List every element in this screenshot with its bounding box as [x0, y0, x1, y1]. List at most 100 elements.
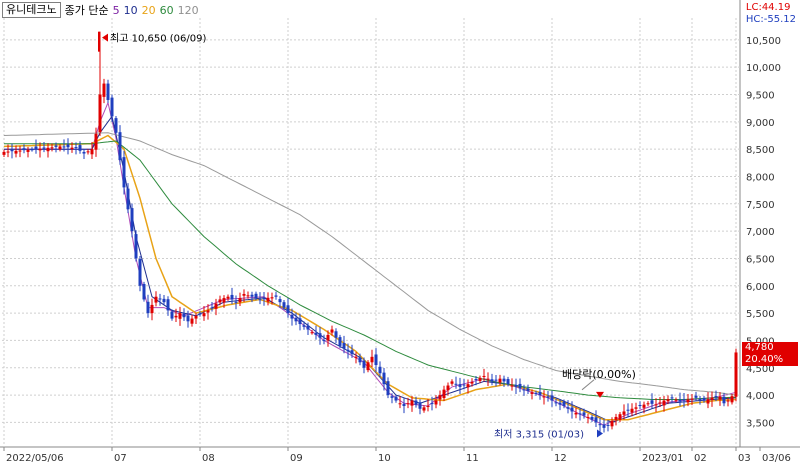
candle-body	[638, 405, 642, 407]
candle-body	[358, 357, 362, 363]
candle-body	[2, 151, 6, 155]
candle-body	[482, 375, 486, 377]
candle-body	[130, 208, 134, 232]
candle-body	[66, 144, 70, 148]
candle-body	[346, 349, 350, 352]
low-annotation: 최저 3,315 (01/03)	[494, 429, 584, 441]
candle-body	[514, 384, 518, 387]
y-tick-label: 9,500	[746, 91, 775, 102]
candle-body	[246, 295, 250, 297]
candle-body	[418, 402, 422, 409]
candle-body	[38, 148, 42, 151]
candle-body	[546, 396, 550, 398]
x-tick-label: 09	[290, 453, 303, 464]
candle-body	[106, 83, 110, 100]
candle-body	[102, 83, 106, 97]
candle-body	[122, 157, 126, 188]
candle-body	[734, 352, 738, 397]
candle-body	[230, 294, 234, 300]
x-tick-label: 11	[466, 453, 479, 464]
y-tick-label: 7,000	[746, 227, 775, 238]
candle-body	[82, 151, 86, 154]
candle-body	[26, 149, 30, 152]
candle-body	[198, 313, 202, 315]
candle-body	[266, 297, 270, 302]
candle-body	[350, 350, 354, 355]
candle-body	[250, 294, 254, 297]
y-tick-label: 6,500	[746, 254, 775, 265]
candle-body	[42, 147, 46, 149]
candle-body	[494, 379, 498, 381]
y-tick-label: 9,000	[746, 118, 775, 129]
stock-chart: 3,5004,0004,5005,0005,5006,0006,5007,000…	[0, 0, 800, 469]
candle-body	[458, 384, 462, 387]
candle-body	[406, 403, 410, 405]
candle-body	[510, 385, 514, 387]
candle-body	[338, 337, 342, 346]
candle-body	[602, 424, 606, 428]
candle-body	[610, 421, 614, 427]
candle-body	[118, 132, 122, 161]
candle-body	[530, 392, 534, 394]
candle-body	[446, 385, 450, 391]
candle-body	[390, 396, 394, 398]
candle-body	[450, 381, 454, 384]
candle-body	[154, 296, 158, 303]
candle-body	[558, 402, 562, 405]
candle-body	[466, 384, 470, 388]
candle-body	[526, 388, 530, 391]
candle-body	[726, 400, 730, 402]
candle-body	[158, 298, 162, 300]
candle-body	[134, 234, 138, 259]
candle-body	[666, 399, 670, 402]
candle-body	[650, 400, 654, 404]
candle-body	[22, 148, 26, 151]
candle-body	[578, 413, 582, 415]
candle-body	[374, 354, 378, 366]
candle-body	[590, 416, 594, 420]
candle-body	[110, 97, 114, 117]
candle-body	[618, 414, 622, 420]
candle-body	[454, 383, 458, 385]
candle-body	[426, 406, 430, 408]
candle-body	[90, 149, 94, 155]
hc-value: HC:-55.12	[745, 14, 796, 25]
ma-20-label: 20	[141, 3, 156, 17]
candle-body	[470, 381, 474, 384]
candle-body	[206, 310, 210, 313]
candle-body	[302, 325, 306, 327]
stock-name[interactable]: 유니테크노	[2, 2, 61, 18]
candle-body	[402, 403, 406, 407]
x-tick-label: 03	[738, 453, 751, 464]
candle-body	[194, 315, 198, 319]
candle-body	[14, 150, 18, 154]
candle-body	[718, 396, 722, 400]
x-tick-label: 12	[554, 453, 567, 464]
candle-body	[398, 403, 402, 405]
candle-body	[58, 146, 62, 150]
ma-type-label: 종가 단순	[64, 4, 109, 17]
candle-body	[62, 146, 66, 148]
candle-body	[234, 301, 238, 303]
candle-body	[438, 395, 442, 400]
candle-body	[686, 399, 690, 403]
candle-body	[642, 404, 646, 408]
candle-body	[462, 384, 466, 386]
change-percent-tag: 20.40%	[742, 354, 798, 366]
candle-body	[126, 188, 130, 210]
candle-body	[690, 398, 694, 400]
candle-body	[478, 377, 482, 381]
candle-body	[606, 424, 610, 426]
candle-body	[254, 293, 258, 299]
y-tick-label: 7,500	[746, 200, 775, 211]
candle-body	[262, 298, 266, 300]
candle-body	[342, 342, 346, 349]
lc-hc-indicator: LC:44.19 HC:-55.12	[746, 2, 796, 26]
candle-body	[214, 303, 218, 309]
high-annotation: 최고 10,650 (06/09)	[110, 33, 206, 45]
candle-body	[566, 407, 570, 409]
ma-10-label: 10	[123, 3, 138, 17]
candle-body	[10, 149, 14, 152]
candle-body	[286, 305, 290, 314]
candle-body	[362, 360, 366, 368]
